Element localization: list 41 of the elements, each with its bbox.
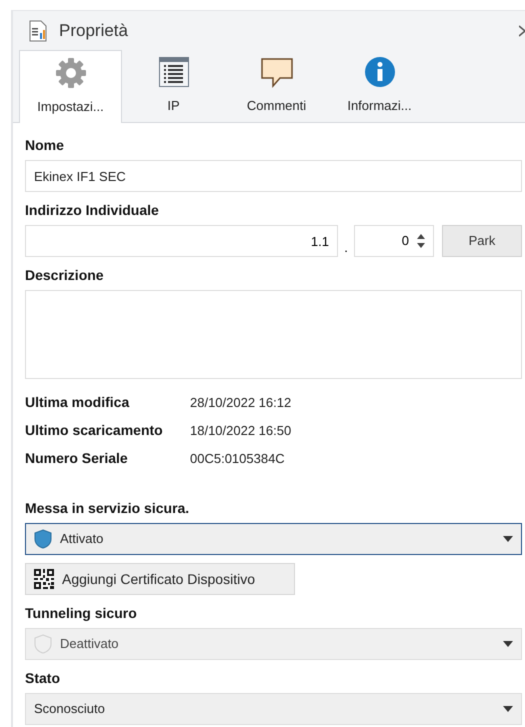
field-label: Indirizzo Individuale (25, 201, 160, 220)
speech-bubble-icon (260, 56, 294, 88)
park-button[interactable]: Park (442, 225, 522, 257)
spinner-arrows-icon[interactable] (417, 233, 425, 249)
panel-title: Proprietà (59, 20, 128, 42)
info-label: Ultima modifica (25, 393, 130, 412)
field-label: Nome (25, 136, 65, 155)
address-field[interactable]: 1.1 (25, 225, 338, 257)
info-icon (364, 56, 396, 88)
dropdown-value: Sconosciuto (34, 700, 106, 718)
caret-icon (503, 706, 513, 712)
dropdown-value: Deattivato (60, 635, 120, 654)
dropdown-value: Attivato (60, 530, 104, 548)
info-label: Ultimo scaricamento (25, 421, 164, 440)
tab[interactable]: Commenti (225, 50, 328, 122)
shield-icon (34, 529, 52, 549)
list-window-icon (158, 56, 190, 88)
dropdown[interactable]: Sconosciuto (25, 693, 522, 725)
dropdown[interactable]: Attivato (25, 523, 522, 555)
caret-icon (503, 536, 513, 542)
shield-icon (34, 634, 52, 654)
tab[interactable]: Informazi... (328, 50, 431, 122)
spin-field[interactable]: 0 (354, 225, 434, 257)
document-chart-icon (29, 20, 47, 42)
name-field[interactable]: Ekinex IF1 SEC (25, 160, 522, 192)
info-value: 28/10/2022 16:12 (190, 394, 292, 412)
field-label: Messa in servizio sicura. (25, 499, 190, 518)
field-label: Descrizione (25, 266, 105, 285)
add-certificate-button[interactable]: Aggiungi Certificato Dispositivo (25, 563, 295, 595)
description-field[interactable] (25, 290, 522, 379)
address-separator: . (343, 238, 349, 256)
info-value: 18/10/2022 16:50 (190, 422, 292, 440)
caret-icon (503, 641, 513, 647)
info-value: 00C5:0105384C (190, 450, 285, 468)
tab[interactable]: IP (122, 50, 225, 122)
tab[interactable]: Impostazi... (19, 50, 122, 123)
gear-icon (54, 57, 86, 90)
info-label: Numero Seriale (25, 449, 129, 468)
field-label: Tunneling sicuro (25, 604, 138, 623)
qr-code-icon (34, 569, 54, 589)
field-label: Stato (25, 669, 61, 688)
